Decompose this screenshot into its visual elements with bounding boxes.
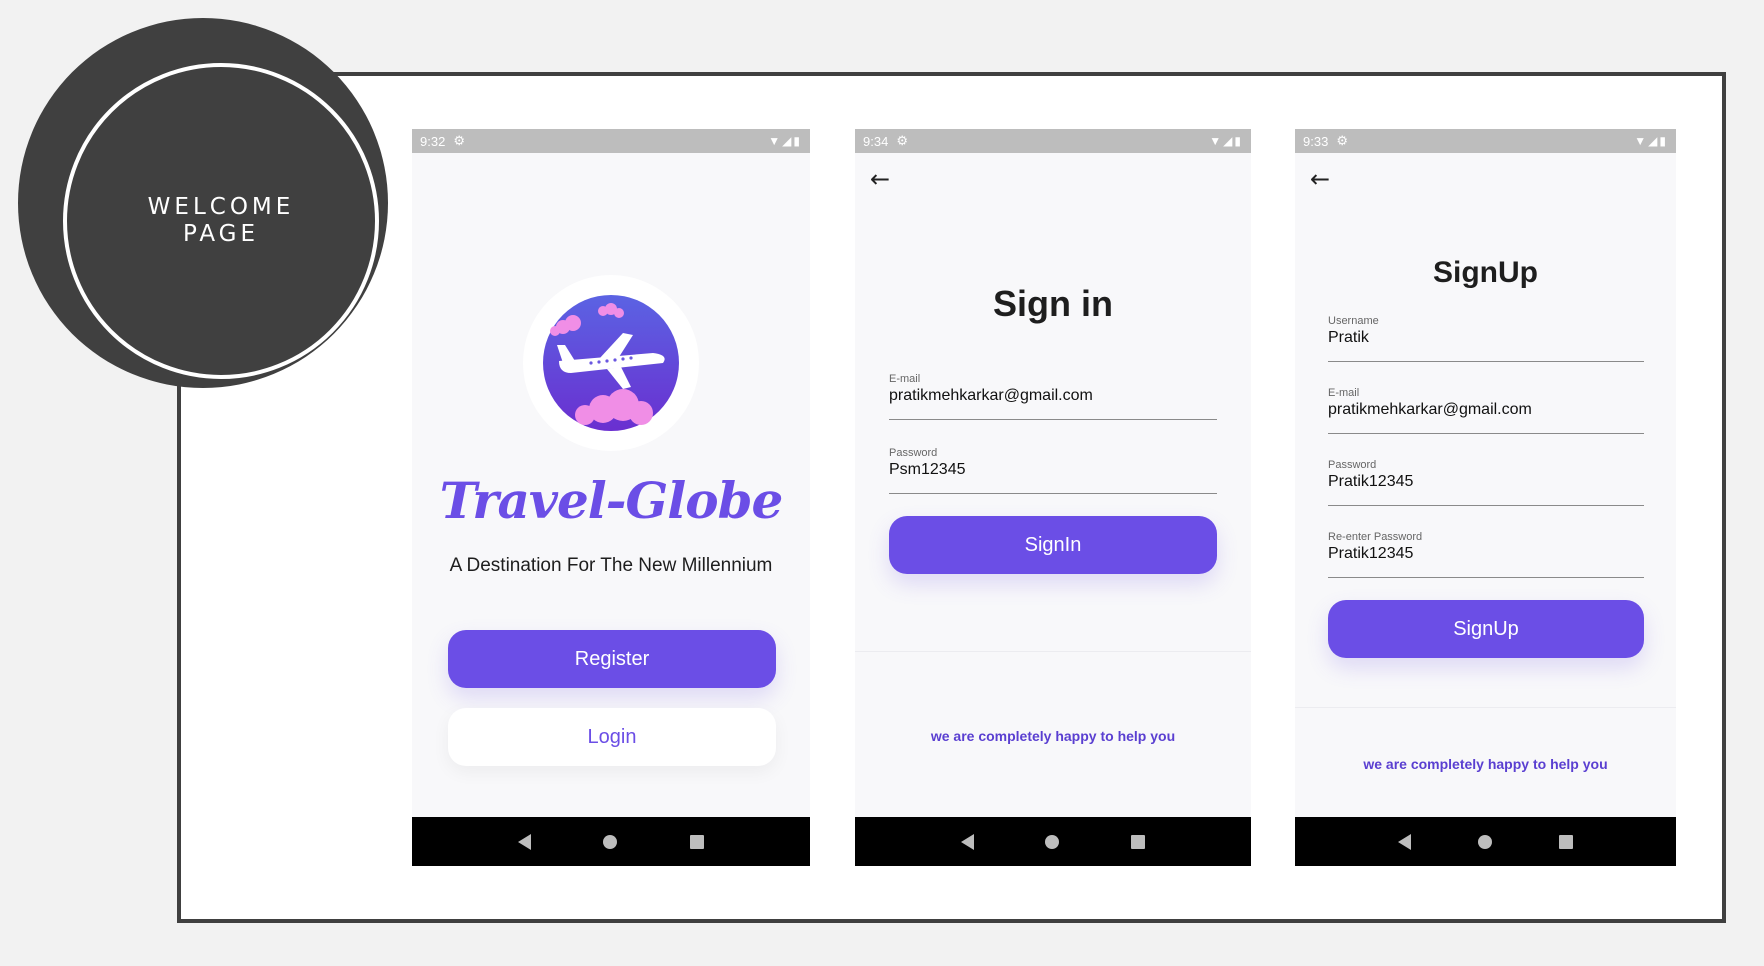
password-field[interactable]: Password Pratik12345 [1328,459,1644,506]
reenter-password-field[interactable]: Re-enter Password Pratik12345 [1328,531,1644,578]
status-bar: 9:33 ⚙ ▼◢▮ [1295,129,1676,153]
nav-recent-icon[interactable] [1558,834,1573,849]
register-button[interactable]: Register [448,630,776,688]
email-field[interactable]: E-mail pratikmehkarkar@gmail.com [889,373,1217,420]
welcome-badge: WELCOME PAGE [18,18,388,388]
email-label: E-mail [889,373,921,385]
status-bar: 9:34 ⚙ ▼◢▮ [855,129,1251,153]
gear-icon: ⚙ [896,133,908,148]
status-icons: ▼◢▮ [1209,134,1243,148]
reenter-password-label: Re-enter Password [1328,531,1423,543]
signal-icon: ◢ [1223,134,1235,148]
signin-title: Sign in [993,283,1113,324]
airplane-logo-icon [543,295,679,431]
nav-back-icon[interactable] [960,833,974,850]
status-icons: ▼◢▮ [768,134,802,148]
signup-button[interactable]: SignUp [1328,600,1644,658]
nav-back-icon[interactable] [1398,833,1412,850]
wifi-icon: ▼ [1209,134,1224,148]
badge-line-1: WELCOME [147,194,295,220]
nav-home-icon[interactable] [1045,834,1060,849]
signal-icon: ◢ [782,134,794,148]
help-text: we are completely happy to help you [1363,756,1608,772]
signal-icon: ◢ [1648,134,1660,148]
battery-icon: ▮ [793,134,802,148]
password-label: Password [1328,459,1377,471]
battery-icon: ▮ [1659,134,1668,148]
back-arrow-icon[interactable]: ← [870,167,890,191]
android-nav-bar [412,817,810,866]
status-icons: ▼◢▮ [1634,134,1668,148]
gear-icon: ⚙ [1336,133,1348,148]
back-arrow-icon[interactable]: ← [1310,167,1330,191]
password-label: Password [889,447,938,459]
username-value: Pratik [1328,329,1369,346]
status-time: 9:34 [863,133,889,149]
email-value: pratikmehkarkar@gmail.com [889,387,1093,404]
section-divider [1295,707,1676,708]
login-button[interactable]: Login [448,708,776,766]
email-value: pratikmehkarkar@gmail.com [1328,401,1532,418]
app-logo [523,275,699,451]
signin-phone: 9:34 ⚙ ▼◢▮ ← Sign in E-mail pratikmehkar… [855,129,1251,866]
email-label: E-mail [1328,387,1360,399]
username-field[interactable]: Username Pratik [1328,315,1644,362]
section-divider [855,651,1251,652]
signup-title: SignUp [1433,256,1538,289]
nav-back-icon[interactable] [518,833,532,850]
email-field[interactable]: E-mail pratikmehkarkar@gmail.com [1328,387,1644,434]
status-bar: 9:32 ⚙ ▼◢▮ [412,129,810,153]
status-time: 9:32 [420,133,446,149]
nav-home-icon[interactable] [603,834,618,849]
brand-tagline: A Destination For The New Millennium [449,555,773,576]
gear-icon: ⚙ [453,133,465,148]
welcome-badge-ring: WELCOME PAGE [63,63,379,379]
brand-title: Travel-Globe [439,471,784,530]
signin-button[interactable]: SignIn [889,516,1217,574]
help-text: we are completely happy to help you [930,728,1176,744]
nav-home-icon[interactable] [1477,834,1492,849]
password-value: Psm12345 [889,461,966,478]
reenter-password-value: Pratik12345 [1328,545,1414,562]
wifi-icon: ▼ [1634,134,1649,148]
badge-line-2: PAGE [182,221,260,247]
wifi-icon: ▼ [768,134,783,148]
password-value: Pratik12345 [1328,473,1414,490]
username-label: Username [1328,315,1379,327]
android-nav-bar [855,817,1251,866]
nav-recent-icon[interactable] [1131,834,1146,849]
welcome-phone: 9:32 ⚙ ▼◢▮ Travel-Globe A Destination Fo… [412,129,810,866]
password-field[interactable]: Password Psm12345 [889,447,1217,494]
status-time: 9:33 [1303,133,1329,149]
signup-phone: 9:33 ⚙ ▼◢▮ ← SignUp Username Pratik E-ma… [1295,129,1676,866]
nav-recent-icon[interactable] [689,834,704,849]
battery-icon: ▮ [1234,134,1243,148]
android-nav-bar [1295,817,1676,866]
